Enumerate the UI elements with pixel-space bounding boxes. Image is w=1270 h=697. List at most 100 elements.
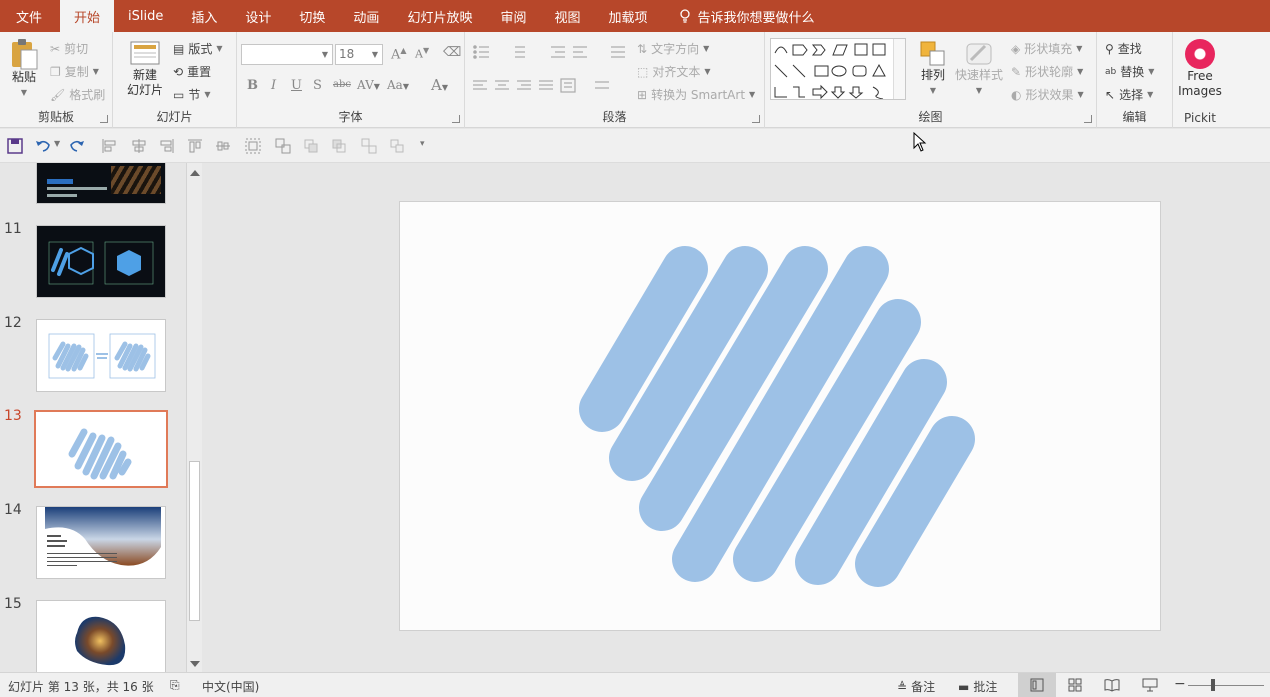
- shape-effects-button[interactable]: ◐ 形状效果 ▼: [1011, 86, 1084, 103]
- spelling-check-icon[interactable]: ⎘: [170, 678, 180, 693]
- comments-button[interactable]: ▬ 批注: [958, 678, 997, 695]
- select-button[interactable]: ↖ 选择 ▼: [1105, 86, 1153, 103]
- rotate-icon[interactable]: [388, 137, 406, 155]
- tab-file[interactable]: 文件: [0, 0, 60, 32]
- paragraph-buttons-row1[interactable]: [471, 44, 631, 60]
- normal-view-button[interactable]: [1018, 673, 1056, 697]
- slide-thumbnail-13[interactable]: [34, 410, 168, 488]
- notes-button[interactable]: ≜ 备注: [897, 678, 935, 695]
- section-button[interactable]: ▭ 节 ▼: [173, 86, 211, 103]
- slide-editing-canvas[interactable]: [202, 163, 1270, 672]
- language-indicator[interactable]: 中文(中国): [202, 678, 259, 695]
- new-slide-button[interactable]: 新建 幻灯片: [119, 40, 171, 98]
- quick-styles-label: 快速样式: [954, 68, 1003, 82]
- shape-outline-button[interactable]: ✎ 形状轮廓 ▼: [1011, 63, 1083, 80]
- slide-sorter-icon[interactable]: [1068, 678, 1082, 692]
- font-size-input[interactable]: 18 ▼: [335, 44, 383, 65]
- zoom-out-icon[interactable]: −: [1174, 676, 1186, 692]
- format-painter-button[interactable]: 🖌 格式刷: [50, 86, 105, 103]
- gallery-scrollbar[interactable]: [893, 39, 905, 99]
- clear-format-icon[interactable]: ⌫: [443, 45, 461, 60]
- tab-insert[interactable]: 插入: [177, 0, 231, 32]
- char-spacing-button[interactable]: AV▼: [357, 78, 380, 92]
- quick-styles-button[interactable]: 快速样式 ▼: [953, 40, 1005, 98]
- zoom-slider[interactable]: [1188, 685, 1264, 686]
- shapes-gallery[interactable]: [770, 38, 906, 100]
- layout-button[interactable]: ▤ 版式 ▼: [173, 40, 223, 57]
- grow-font-button[interactable]: A▲: [391, 46, 407, 62]
- smartart-button[interactable]: ⊞ 转换为 SmartArt ▼: [637, 86, 755, 103]
- change-case-button[interactable]: Aa▼: [387, 78, 409, 92]
- bring-forward-icon[interactable]: [302, 137, 320, 155]
- dialog-launcher-icon[interactable]: [100, 115, 108, 123]
- tab-animations[interactable]: 动画: [339, 0, 393, 32]
- save-icon[interactable]: [6, 137, 24, 155]
- arrange-button[interactable]: 排列 ▼: [915, 40, 951, 98]
- undo-icon[interactable]: [34, 137, 52, 155]
- tab-view[interactable]: 视图: [540, 0, 594, 32]
- font-name-input[interactable]: ▼: [241, 44, 333, 65]
- align-center-icon[interactable]: [130, 137, 148, 155]
- thumb-11-content: [48, 241, 154, 285]
- reset-button[interactable]: ⟲ 重置: [173, 63, 211, 80]
- italic-button[interactable]: I: [271, 78, 276, 93]
- copy-button[interactable]: ❐ 复制 ▼: [50, 63, 99, 80]
- tab-islide[interactable]: iSlide: [114, 0, 177, 32]
- slide-thumbnail-14[interactable]: [36, 506, 166, 579]
- replace-button[interactable]: ab 替换 ▼: [1105, 63, 1154, 80]
- zoom-slider-thumb[interactable]: [1211, 679, 1215, 691]
- thumb-14-content: [45, 507, 161, 566]
- shape-effects-label: 形状效果: [1025, 88, 1074, 102]
- send-backward-icon[interactable]: [330, 137, 348, 155]
- slide-thumbnail-11[interactable]: [36, 225, 166, 298]
- shadow-button[interactable]: S: [313, 78, 322, 93]
- customize-toolbar-icon[interactable]: ▾: [420, 139, 425, 149]
- paste-button[interactable]: 粘贴 ▼: [6, 38, 42, 100]
- distribute-icon[interactable]: [214, 137, 232, 155]
- tab-home[interactable]: 开始: [60, 0, 115, 32]
- align-right-icon[interactable]: [158, 137, 176, 155]
- tab-design[interactable]: 设计: [231, 0, 285, 32]
- redo-icon[interactable]: [68, 137, 86, 155]
- tab-slideshow[interactable]: 幻灯片放映: [393, 0, 486, 32]
- slide-stripes-graphic[interactable]: [400, 202, 1160, 630]
- underline-button[interactable]: U: [291, 78, 302, 93]
- undo-dropdown-icon[interactable]: ▼: [54, 139, 60, 148]
- align-top-icon[interactable]: [186, 137, 204, 155]
- shrink-font-button[interactable]: A▼: [415, 46, 429, 61]
- merge-shapes-icon[interactable]: [360, 137, 378, 155]
- reading-view-icon[interactable]: [1104, 678, 1120, 692]
- bold-button[interactable]: B: [247, 78, 258, 93]
- ungroup-objects-icon[interactable]: [274, 137, 292, 155]
- new-slide-label-1: 新建: [132, 68, 157, 82]
- slide-thumbnail-12[interactable]: [36, 319, 166, 392]
- tab-addins[interactable]: 加载项: [594, 0, 661, 32]
- scroll-down-icon[interactable]: [190, 661, 200, 667]
- thumbnail-scrollbar[interactable]: [186, 163, 202, 672]
- dialog-launcher-icon[interactable]: [752, 115, 760, 123]
- slide-thumbnail-pane[interactable]: 11 12 13 14 15: [0, 163, 186, 672]
- slideshow-icon[interactable]: [1142, 678, 1158, 692]
- find-button[interactable]: ⚲ 查找: [1105, 40, 1142, 57]
- scrollbar-thumb[interactable]: [189, 461, 200, 621]
- pickit-free-images-button[interactable]: Free Images: [1175, 39, 1225, 99]
- current-slide[interactable]: [399, 201, 1161, 631]
- slide-thumbnail-10[interactable]: [36, 163, 166, 204]
- alignment-buttons[interactable]: [471, 78, 631, 94]
- dialog-launcher-icon[interactable]: [452, 115, 460, 123]
- scroll-up-icon[interactable]: [190, 170, 200, 176]
- text-direction-button[interactable]: ⇅ 文字方向 ▼: [637, 40, 709, 57]
- tab-review[interactable]: 审阅: [486, 0, 540, 32]
- align-text-button[interactable]: ⬚ 对齐文本 ▼: [637, 63, 711, 80]
- font-color-button[interactable]: A▼: [431, 76, 448, 94]
- group-pickit: Free Images Pickit: [1173, 32, 1227, 128]
- slide-thumbnail-15[interactable]: [36, 600, 166, 672]
- strikethrough-button[interactable]: abc: [333, 79, 351, 90]
- tab-transitions[interactable]: 切换: [285, 0, 339, 32]
- tell-me-box[interactable]: 告诉我你想要做什么: [662, 0, 815, 32]
- shape-fill-button[interactable]: ◈ 形状填充 ▼: [1011, 40, 1082, 57]
- group-objects-icon[interactable]: [244, 137, 262, 155]
- dialog-launcher-icon[interactable]: [1084, 115, 1092, 123]
- cut-button[interactable]: ✂ 剪切: [50, 40, 88, 57]
- align-left-icon[interactable]: [100, 137, 118, 155]
